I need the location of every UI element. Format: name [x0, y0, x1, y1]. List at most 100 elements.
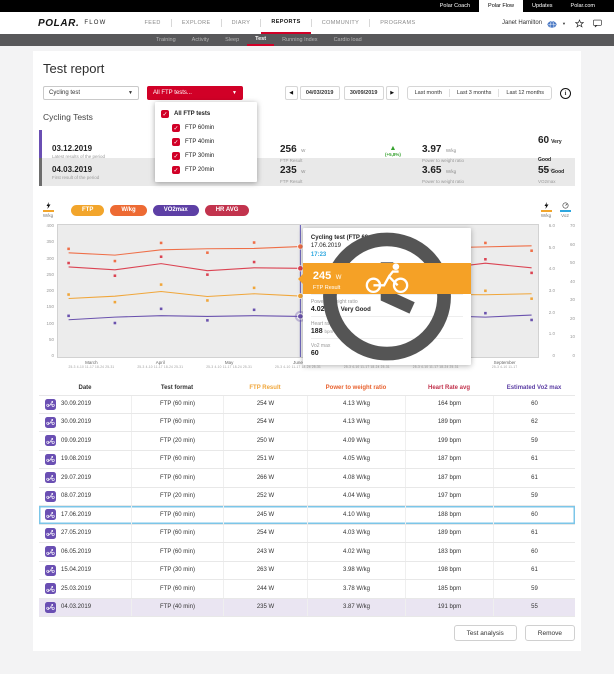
cell-vo2-max: 60 [493, 506, 575, 524]
nav-item-community[interactable]: COMMUNITY [312, 12, 370, 34]
quick-range-last-month[interactable]: Last month [408, 87, 449, 99]
topbar-link[interactable]: Updates [523, 0, 562, 12]
date-value: 15.04.2019 [61, 567, 91, 573]
nav-items: FEEDEXPLOREDIARYREPORTSCOMMUNITYPROGRAMS [135, 12, 426, 34]
nav-item-diary[interactable]: DIARY [222, 12, 261, 34]
summary-row-first: 04.03.2019 First result of the period FT… [39, 158, 575, 186]
cell-heart-rate: 197 bpm [405, 488, 493, 506]
topbar-link[interactable]: Polar Coach [431, 0, 479, 12]
tooltip-ftp-banner: 245 W FTP Result [303, 263, 471, 294]
cell-date: 17.06.2019 [39, 506, 131, 524]
date-from-input[interactable]: 04/03/2019 [300, 86, 340, 100]
favorite-star-icon[interactable] [575, 19, 584, 28]
nav-item-reports[interactable]: REPORTS [261, 12, 310, 34]
avatar[interactable] [547, 18, 557, 28]
legend-pill-wkg[interactable]: W/kg [110, 205, 146, 216]
chart-tooltip: Cycling test (FTP 60min) 17.06.2019 17:2… [303, 228, 471, 365]
table-row[interactable]: 30.09.2019FTP (60 min)254 W4.13 W/kg164 … [39, 395, 575, 414]
y-tick: 5.0 [543, 246, 555, 250]
info-icon[interactable]: i [560, 88, 571, 99]
cyclist-icon [45, 509, 56, 520]
quick-range-last-12-months[interactable]: Last 12 months [499, 87, 551, 99]
sport-select[interactable]: Cycling test▼ [43, 86, 139, 100]
checkbox-checked-icon[interactable]: ✓ [172, 152, 180, 160]
cell-ftp-result: 254 W [223, 525, 307, 543]
chart-plot[interactable]: Cycling test (FTP 60min) 17.06.2019 17:2… [57, 224, 539, 358]
table-row[interactable]: 06.05.2019FTP (60 min)243 W4.02 W/kg183 … [39, 543, 575, 562]
dropdown-option-label: FTP 30min [185, 153, 214, 159]
checkbox-checked-icon[interactable]: ✓ [161, 110, 169, 118]
nav-item-explore[interactable]: EXPLORE [172, 12, 221, 34]
dropdown-option[interactable]: ✓FTP 60min [161, 121, 251, 135]
x-axis-month: September25-3 4-10 11-17 [470, 360, 539, 369]
dropdown-option[interactable]: ✓ FTP 30min [161, 149, 251, 163]
cell-power-to-weight: 4.10 W/kg [307, 506, 405, 524]
legend-pill-ftp[interactable]: FTP [71, 205, 104, 216]
remove-button[interactable]: Remove [525, 625, 575, 641]
polar-logo[interactable]: POLAR. [38, 18, 79, 29]
table-row[interactable]: 25.03.2019FTP (60 min)244 W3.78 W/kg185 … [39, 580, 575, 599]
prev-period-button[interactable]: ◀ [285, 86, 298, 100]
table-row[interactable]: 04.03.2019FTP (40 min)235 W3.87 W/kg191 … [39, 599, 575, 618]
cell-date: 04.03.2019 [39, 599, 131, 617]
subnav-item-training[interactable]: Training [148, 34, 184, 46]
date-to-input[interactable]: 30/09/2019 [344, 86, 384, 100]
chevron-down-icon[interactable]: ▼ [562, 21, 566, 26]
cell-ftp-result: 263 W [223, 562, 307, 580]
cyclist-icon [45, 399, 56, 410]
test-type-select[interactable]: All FTP tests...▼ [147, 86, 243, 100]
x-axis-month: April25-3 4-10 11-17 18-24 25-31 [126, 360, 195, 369]
cell-vo2-max: 60 [493, 396, 575, 413]
subnav-item-test[interactable]: Test [247, 34, 274, 46]
legend-pill-hravg[interactable]: HR AVG [205, 205, 250, 216]
cell-test-format: FTP (60 min) [131, 543, 223, 561]
quick-ranges: Last monthLast 3 monthsLast 12 months [407, 86, 552, 100]
legend-pill-vo2max[interactable]: VO2max [153, 205, 199, 216]
cyclist-icon [45, 417, 56, 428]
user-name[interactable]: Janet Hamilton [502, 20, 542, 26]
test-analysis-button[interactable]: Test analysis [454, 625, 517, 641]
table-row[interactable]: 08.07.2019FTP (20 min)252 W4.04 W/kg197 … [39, 488, 575, 507]
y-tick: 20 [559, 317, 575, 321]
cyclist-icon [45, 472, 56, 483]
nav-item-programs[interactable]: PROGRAMS [370, 12, 425, 34]
table-row[interactable]: 09.09.2019FTP (20 min)250 W4.09 W/kg199 … [39, 432, 575, 451]
checkbox-checked-icon[interactable]: ✓ [172, 124, 180, 132]
chart-section: W/kg FTPW/kgVO2maxHR AVG W/kg Vo2 400350… [39, 198, 575, 369]
dropdown-option[interactable]: ✓FTP 40min [161, 135, 251, 149]
quick-range-last-3-months[interactable]: Last 3 months [450, 87, 499, 99]
table-row[interactable]: 19.08.2019FTP (60 min)251 W4.05 W/kg187 … [39, 451, 575, 470]
table-header-test-format: Test format [131, 385, 223, 391]
cell-power-to-weight: 4.03 W/kg [307, 525, 405, 543]
subnav-item-running-index[interactable]: Running Index [274, 34, 325, 46]
table-row[interactable]: 17.06.2019FTP (60 min)245 W4.10 W/kg188 … [39, 506, 575, 525]
table-row[interactable]: 15.04.2019FTP (30 min)263 W3.98 W/kg198 … [39, 562, 575, 581]
cyclist-icon [45, 454, 56, 465]
cell-date: 15.04.2019 [39, 562, 131, 580]
topbar-link[interactable]: Polar Flow [479, 0, 523, 12]
topbar-link[interactable]: Polar.com [562, 0, 604, 12]
y-tick: 10 [559, 335, 575, 339]
table-header-date: Date [39, 385, 131, 391]
checkbox-checked-icon[interactable]: ✓ [172, 166, 180, 174]
dropdown-option[interactable]: ✓All FTP tests [161, 107, 251, 121]
next-period-button[interactable]: ▶ [386, 86, 399, 100]
chat-icon[interactable] [593, 19, 602, 28]
subnav-item-sleep[interactable]: Sleep [217, 34, 247, 46]
table-row[interactable]: 27.05.2019FTP (60 min)254 W4.03 W/kg189 … [39, 525, 575, 544]
dropdown-option[interactable]: ✓FTP 20min [161, 163, 251, 177]
cyclist-icon [303, 263, 471, 294]
subnav-item-cardio-load[interactable]: Cardio load [326, 34, 370, 46]
table-row[interactable]: 30.09.2019FTP (60 min)254 W4.13 W/kg189 … [39, 414, 575, 433]
cell-date: 30.09.2019 [39, 414, 131, 432]
chart-legend-row: W/kg FTPW/kgVO2maxHR AVG W/kg Vo2 [39, 198, 575, 222]
nav-item-feed[interactable]: FEED [135, 12, 171, 34]
checkbox-checked-icon[interactable]: ✓ [172, 138, 180, 146]
table-row[interactable]: 29.07.2019FTP (60 min)266 W4.08 W/kg187 … [39, 469, 575, 488]
cell-heart-rate: 191 bpm [405, 599, 493, 617]
summary-date: 04.03.2019 First result of the period [52, 165, 168, 180]
subnav-item-activity[interactable]: Activity [184, 34, 217, 46]
week-labels: 25-3 4-10 11-17 18-24 25-31 [264, 365, 333, 369]
x-axis-month: March25-3 4-10 11-17 18-24 25-31 [57, 360, 126, 369]
week-labels: 25-3 4-10 11-17 18-24 25-31 [332, 365, 401, 369]
